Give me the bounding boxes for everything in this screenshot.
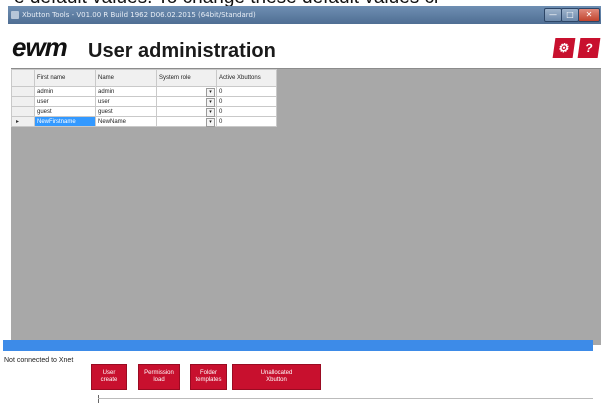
system-role-select[interactable]: ▾ bbox=[156, 86, 217, 97]
name-cell[interactable]: user bbox=[95, 96, 157, 107]
dropdown-arrow-icon[interactable]: ▾ bbox=[206, 118, 215, 127]
button-label-line: User bbox=[102, 370, 116, 376]
name-cell[interactable]: admin bbox=[95, 86, 157, 97]
first-name-cell[interactable]: admin bbox=[34, 86, 96, 97]
connection-status: Not connected to Xnet bbox=[4, 357, 74, 364]
system-role-select[interactable]: ▾ bbox=[156, 106, 217, 117]
row-header-corner bbox=[11, 69, 35, 87]
user-create-button[interactable]: User create bbox=[91, 364, 127, 390]
unallocated-xbutton-button[interactable]: Unallocated Xbutton bbox=[232, 364, 321, 390]
title-bar: Xbutton Tools - V01.00 R Build 1962 D06.… bbox=[8, 6, 601, 24]
first-name-cell[interactable]: user bbox=[34, 96, 96, 107]
bottom-input-line[interactable] bbox=[98, 398, 593, 399]
first-name-cell-selected[interactable]: NewFirstname bbox=[34, 116, 96, 127]
close-button[interactable]: ✕ bbox=[578, 8, 600, 22]
system-role-select[interactable]: ▾ bbox=[156, 116, 217, 127]
column-header-system-role[interactable]: System role bbox=[156, 69, 217, 87]
column-header-first-name[interactable]: First name bbox=[34, 69, 96, 87]
button-label-line: Permission bbox=[144, 370, 174, 376]
table-row[interactable]: admin admin ▾ 0 bbox=[11, 86, 277, 97]
permission-load-button[interactable]: Permission load bbox=[138, 364, 180, 390]
input-cursor bbox=[98, 395, 99, 403]
settings-gear-button[interactable]: ⚙ bbox=[552, 38, 576, 58]
minimize-button[interactable]: — bbox=[544, 8, 562, 22]
page-title: User administration bbox=[88, 40, 276, 62]
table-row[interactable]: guest guest ▾ 0 bbox=[11, 106, 277, 117]
active-xbuttons-cell[interactable]: 0 bbox=[216, 86, 277, 97]
button-label-line: Xbutton bbox=[266, 377, 287, 383]
app-header: ewm User administration ⚙ ? bbox=[8, 24, 601, 68]
column-header-name[interactable]: Name bbox=[95, 69, 157, 87]
row-header[interactable] bbox=[11, 96, 35, 107]
row-header[interactable] bbox=[11, 86, 35, 97]
first-name-cell[interactable]: guest bbox=[34, 106, 96, 117]
ewm-logo: ewm bbox=[12, 32, 68, 62]
progress-bar bbox=[3, 340, 593, 351]
button-label-line: Folder bbox=[199, 370, 217, 376]
active-xbuttons-cell[interactable]: 0 bbox=[216, 96, 277, 107]
button-label-line: load bbox=[153, 377, 165, 383]
name-cell[interactable]: NewName bbox=[95, 116, 157, 127]
help-button[interactable]: ? bbox=[577, 38, 601, 58]
window-title: Xbutton Tools - V01.00 R Build 1962 D06.… bbox=[22, 11, 256, 19]
table-header-row: First name Name System role Active Xbutt… bbox=[11, 69, 277, 87]
column-header-active-xbuttons[interactable]: Active Xbuttons bbox=[216, 69, 277, 87]
button-label-line: templates bbox=[195, 377, 222, 383]
folder-templates-button[interactable]: Folder templates bbox=[190, 364, 227, 390]
system-role-select[interactable]: ▾ bbox=[156, 96, 217, 107]
users-grid-area: First name Name System role Active Xbutt… bbox=[11, 68, 601, 345]
current-row-marker-icon[interactable]: ▸ bbox=[11, 116, 35, 127]
active-xbuttons-cell[interactable]: 0 bbox=[216, 106, 277, 117]
table-row-current[interactable]: ▸ NewFirstname NewName ▾ 0 bbox=[11, 116, 277, 127]
name-cell[interactable]: guest bbox=[95, 106, 157, 117]
maximize-button[interactable]: □ bbox=[561, 8, 579, 22]
button-label-line: create bbox=[100, 377, 118, 383]
table-row[interactable]: user user ▾ 0 bbox=[11, 96, 277, 107]
app-icon bbox=[11, 11, 19, 19]
active-xbuttons-cell[interactable]: 0 bbox=[216, 116, 277, 127]
button-label-line: Unallocated bbox=[260, 370, 293, 376]
row-header[interactable] bbox=[11, 106, 35, 117]
users-table: First name Name System role Active Xbutt… bbox=[11, 69, 277, 127]
